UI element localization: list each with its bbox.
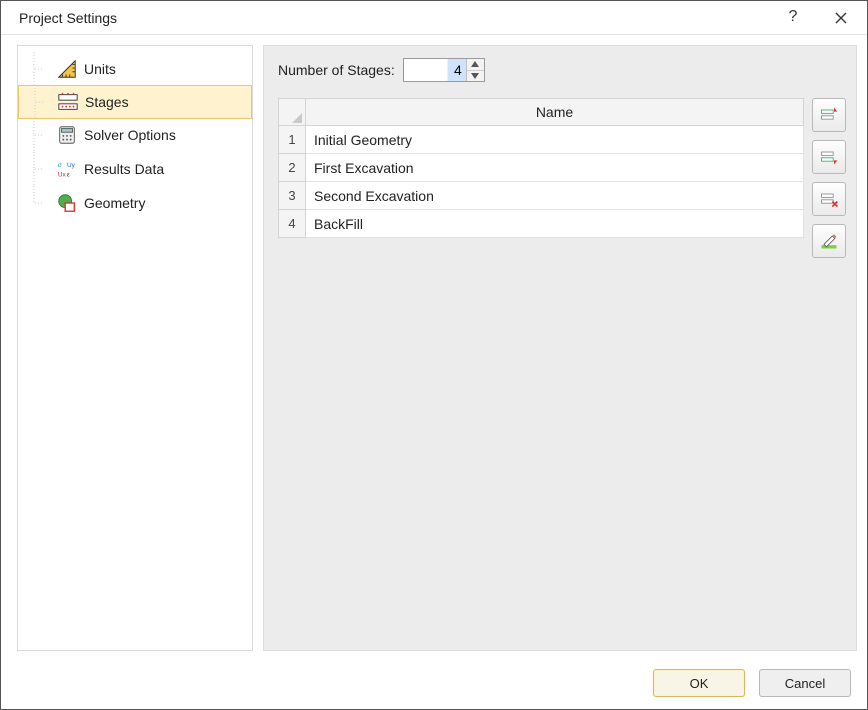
insert-after-icon (819, 147, 839, 167)
insert-after-button[interactable] (812, 140, 846, 174)
row-number: 4 (278, 210, 306, 238)
tree-item-label: Stages (85, 94, 129, 110)
row-number: 1 (278, 126, 306, 154)
title-bar: Project Settings ? (1, 1, 867, 35)
close-icon (834, 11, 848, 25)
dialog-body: Units Stages (1, 35, 867, 657)
num-stages-row: Number of Stages: (278, 58, 846, 82)
tree-item-units[interactable]: Units (18, 52, 252, 86)
close-button[interactable] (821, 4, 861, 32)
row-number: 3 (278, 182, 306, 210)
stage-name-cell[interactable]: BackFill (306, 210, 804, 238)
help-button[interactable]: ? (773, 4, 813, 32)
num-stages-spinner[interactable] (403, 58, 485, 82)
calculator-icon (56, 124, 78, 146)
row-number: 2 (278, 154, 306, 182)
ruler-icon (56, 58, 78, 80)
dialog-footer: OK Cancel (1, 657, 867, 709)
table-row[interactable]: 2 First Excavation (278, 154, 804, 182)
tree-branch-icon (28, 152, 50, 186)
svg-text:Ux: Ux (58, 171, 67, 178)
cancel-button[interactable]: Cancel (759, 669, 851, 697)
spin-up-button[interactable] (467, 59, 484, 71)
settings-tree: Units Stages (17, 45, 253, 651)
tree-branch-icon (29, 85, 51, 119)
svg-text:σ: σ (58, 162, 62, 169)
tree-item-results-data[interactable]: σ UyUxε Results Data (18, 152, 252, 186)
window-title: Project Settings (19, 10, 765, 26)
tree-item-solver-options[interactable]: Solver Options (18, 118, 252, 152)
insert-before-button[interactable] (812, 98, 846, 132)
tree-item-label: Geometry (84, 195, 145, 211)
column-header-name[interactable]: Name (306, 98, 804, 126)
num-stages-input[interactable] (404, 59, 466, 81)
table-row[interactable]: 4 BackFill (278, 210, 804, 238)
table-row[interactable]: 3 Second Excavation (278, 182, 804, 210)
tree-branch-icon (28, 118, 50, 152)
chevron-up-icon (471, 61, 479, 67)
stages-grid: Name 1 Initial Geometry 2 First Excavati… (278, 98, 804, 640)
triangle-icon (292, 113, 302, 123)
stage-name-cell[interactable]: Initial Geometry (306, 126, 804, 154)
tree-item-label: Solver Options (84, 127, 176, 143)
tree-item-label: Units (84, 61, 116, 77)
svg-text:ε: ε (67, 171, 70, 178)
tree-item-label: Results Data (84, 161, 164, 177)
edit-stage-icon (819, 231, 839, 251)
stage-name-cell[interactable]: Second Excavation (306, 182, 804, 210)
project-settings-dialog: Project Settings ? Units (0, 0, 868, 710)
tree-branch-icon (28, 186, 50, 220)
results-icon: σ UyUxε (56, 158, 78, 180)
insert-before-icon (819, 105, 839, 125)
edit-stage-button[interactable] (812, 224, 846, 258)
num-stages-label: Number of Stages: (278, 62, 395, 78)
delete-stage-icon (819, 189, 839, 209)
stage-toolbar (812, 98, 846, 640)
geometry-icon (56, 192, 78, 214)
table-row[interactable]: 1 Initial Geometry (278, 126, 804, 154)
tree-item-geometry[interactable]: Geometry (18, 186, 252, 220)
chevron-down-icon (471, 73, 479, 79)
svg-text:Uy: Uy (67, 162, 76, 169)
grid-corner (278, 98, 306, 126)
tree-branch-icon (28, 52, 50, 86)
stage-name-cell[interactable]: First Excavation (306, 154, 804, 182)
stages-panel: Number of Stages: (263, 45, 857, 651)
tree-item-stages[interactable]: Stages (18, 85, 252, 119)
spin-down-button[interactable] (467, 71, 484, 82)
stages-icon (57, 91, 79, 113)
ok-button[interactable]: OK (653, 669, 745, 697)
delete-stage-button[interactable] (812, 182, 846, 216)
